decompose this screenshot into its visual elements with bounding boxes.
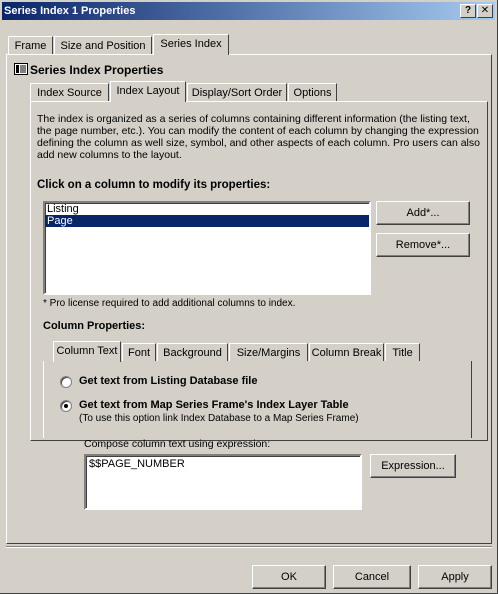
tab-series-index[interactable]: Series Index: [153, 34, 229, 55]
section-title: Series Index Properties: [30, 63, 164, 77]
remove-column-button[interactable]: Remove*...: [376, 233, 470, 257]
tab-display-sort-order[interactable]: Display/Sort Order: [187, 83, 287, 102]
column-properties-heading: Column Properties:: [43, 320, 146, 332]
tab-title[interactable]: Title: [385, 343, 420, 362]
tab-index-source[interactable]: Index Source: [30, 83, 109, 102]
tab-size-margins[interactable]: Size/Margins: [229, 343, 308, 362]
expression-textbox[interactable]: $$PAGE_NUMBER: [84, 454, 362, 510]
radio-map-series-frame-label[interactable]: Get text from Map Series Frame's Index L…: [79, 399, 349, 411]
tab-font[interactable]: Font: [122, 343, 156, 362]
tab-column-break[interactable]: Column Break: [309, 343, 384, 362]
ok-button[interactable]: OK: [252, 565, 326, 589]
columns-heading: Click on a column to modify its properti…: [37, 179, 271, 191]
radio-listing-database-label[interactable]: Get text from Listing Database file: [79, 375, 257, 387]
tab-size-and-position[interactable]: Size and Position: [54, 36, 152, 55]
index-properties-icon: [14, 63, 28, 75]
pro-license-note: * Pro license required to add additional…: [43, 298, 296, 309]
description-text: The index is organized as a series of co…: [37, 113, 480, 161]
column-item-page[interactable]: Page: [45, 215, 369, 227]
help-button[interactable]: ?: [460, 4, 476, 18]
apply-button[interactable]: Apply: [418, 565, 492, 589]
columns-listbox[interactable]: Listing Page: [43, 201, 371, 295]
tab-options[interactable]: Options: [288, 83, 337, 102]
column-item-listing[interactable]: Listing: [45, 203, 369, 215]
map-series-hint: (To use this option link Index Database …: [79, 413, 359, 424]
add-column-button[interactable]: Add*...: [376, 201, 470, 225]
radio-map-series-frame[interactable]: [60, 400, 72, 412]
title-bar[interactable]: Series Index 1 Properties ? ✕: [2, 2, 495, 20]
dialog-separator: [6, 546, 492, 548]
expression-button[interactable]: Expression...: [370, 454, 456, 478]
radio-listing-database[interactable]: [60, 376, 72, 388]
tab-frame[interactable]: Frame: [8, 36, 53, 55]
close-button[interactable]: ✕: [477, 4, 493, 18]
window-title: Series Index 1 Properties: [4, 5, 136, 17]
tab-column-text[interactable]: Column Text: [53, 341, 121, 362]
tab-background[interactable]: Background: [157, 343, 228, 362]
tab-index-layout[interactable]: Index Layout: [110, 81, 186, 102]
properties-dialog: Series Index 1 Properties ? ✕ Frame Size…: [0, 0, 498, 594]
compose-expression-label: Compose column text using expression:: [84, 438, 271, 450]
cancel-button[interactable]: Cancel: [333, 565, 411, 589]
